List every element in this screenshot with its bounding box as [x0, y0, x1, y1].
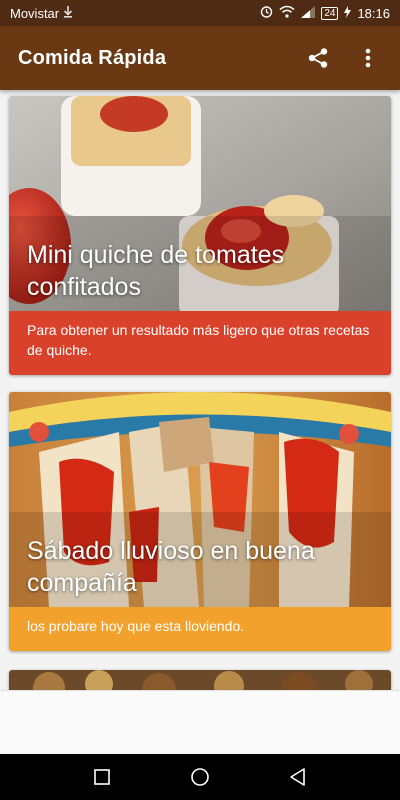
recipe-description: Para obtener un resultado más ligero que…	[9, 311, 391, 375]
download-icon	[63, 5, 73, 21]
bottom-area	[0, 690, 400, 754]
battery-icon: 24	[321, 6, 339, 20]
circle-icon	[191, 768, 209, 786]
recipe-image: Mini quiche de tomates confitados	[9, 96, 391, 311]
charging-icon	[344, 5, 352, 21]
recents-button[interactable]	[88, 763, 116, 791]
recipe-image	[9, 670, 391, 690]
overflow-menu-button[interactable]	[354, 44, 382, 72]
recipe-title: Sábado lluvioso en buena compañía	[27, 537, 315, 597]
app-bar: Comida Rápida	[0, 26, 400, 90]
recipe-description: los probare hoy que esta lloviendo.	[9, 607, 391, 651]
home-button[interactable]	[186, 763, 214, 791]
recipe-image: Sábado lluvioso en buena compañía	[9, 392, 391, 607]
recipe-card[interactable]	[9, 670, 391, 690]
more-vert-icon	[365, 48, 371, 68]
recipe-card[interactable]: Mini quiche de tomates confitados Para o…	[9, 96, 391, 375]
recipe-card[interactable]: Sábado lluvioso en buena compañía los pr…	[9, 392, 391, 651]
clock-time: 18:16	[357, 5, 390, 21]
square-icon	[94, 769, 110, 785]
carrier-name: Movistar	[10, 5, 60, 21]
recipe-list[interactable]: Mini quiche de tomates confitados Para o…	[0, 90, 400, 690]
signal-icon	[301, 5, 316, 21]
share-icon	[308, 48, 328, 68]
wifi-icon	[279, 5, 295, 21]
recipe-title: Mini quiche de tomates confitados	[27, 241, 285, 301]
alarm-icon	[260, 5, 273, 21]
carrier-group: Movistar	[10, 5, 73, 21]
status-bar: Movistar 24 18:16	[0, 0, 400, 26]
app-title: Comida Rápida	[18, 46, 167, 69]
system-navigation-bar	[0, 754, 400, 800]
app-actions	[304, 44, 382, 72]
back-button[interactable]	[284, 763, 312, 791]
triangle-back-icon	[290, 768, 305, 786]
status-icons: 24 18:16	[260, 5, 390, 21]
battery-level: 24	[324, 7, 336, 19]
share-button[interactable]	[304, 44, 332, 72]
